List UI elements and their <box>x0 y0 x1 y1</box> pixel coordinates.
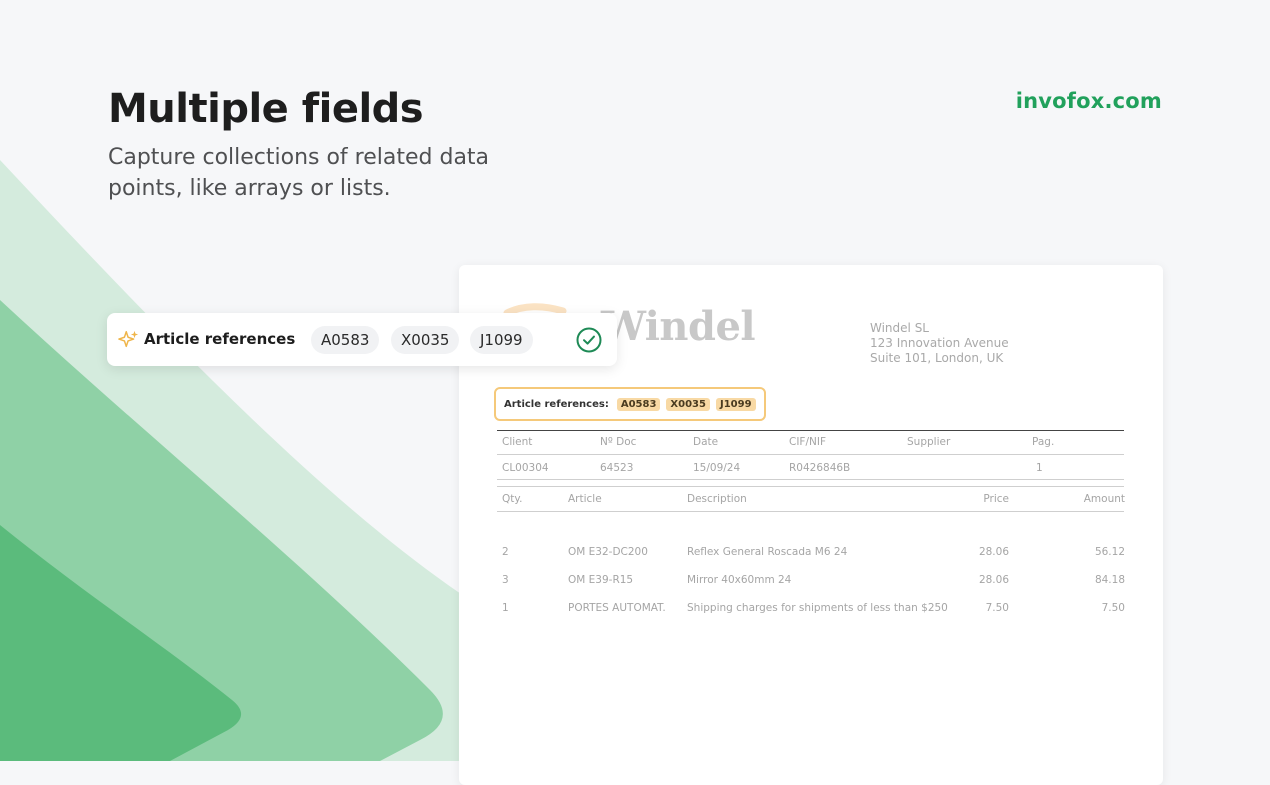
meta-header: Date <box>693 436 719 448</box>
item-article: OM E39-R15 <box>568 574 634 586</box>
item-header: Article <box>568 493 602 505</box>
meta-header: Nº Doc <box>600 436 637 448</box>
meta-value: R0426846B <box>789 462 851 474</box>
meta-value: CL00304 <box>502 462 549 474</box>
item-description: Reflex General Roscada M6 24 <box>687 546 848 558</box>
item-article: OM E32-DC200 <box>568 546 648 558</box>
ref-value: A0583 <box>616 397 661 411</box>
divider <box>497 486 1124 487</box>
sparkle-icon <box>118 330 139 348</box>
meta-value: 64523 <box>600 462 634 474</box>
meta-header: Client <box>502 436 533 448</box>
meta-header: Pag. <box>1032 436 1055 448</box>
meta-value: 1 <box>1036 462 1043 474</box>
item-price: 7.50 <box>985 602 1009 614</box>
meta-header: Supplier <box>907 436 951 448</box>
field-label: Article references <box>144 330 296 348</box>
ref-value: X0035 <box>666 397 710 411</box>
page-subtitle: Capture collections of related data poin… <box>108 145 490 201</box>
item-header: Description <box>687 493 747 505</box>
company-logo-text: Windel <box>601 303 756 350</box>
divider <box>497 479 1124 480</box>
check-circle-icon <box>576 327 602 353</box>
item-description: Mirror 40x60mm 24 <box>687 574 792 586</box>
meta-header: CIF/NIF <box>789 436 826 448</box>
item-amount: 84.18 <box>1094 574 1125 586</box>
item-qty: 1 <box>502 602 509 614</box>
field-value-chip[interactable]: A0583 <box>311 326 380 354</box>
address-line: Suite 101, London, UK <box>870 351 1004 365</box>
field-value-chip[interactable]: J1099 <box>470 326 533 354</box>
field-value-chip[interactable]: X0035 <box>391 326 460 354</box>
company-address: Windel SL 123 Innovation Avenue Suite 10… <box>870 321 1009 366</box>
address-line: Windel SL <box>870 321 929 335</box>
divider <box>497 511 1124 512</box>
item-amount: 56.12 <box>1094 546 1125 558</box>
meta-value: 15/09/24 <box>693 462 741 474</box>
address-line: 123 Innovation Avenue <box>870 336 1009 350</box>
divider <box>497 454 1124 455</box>
item-description: Shipping charges for shipments of less t… <box>687 602 948 614</box>
article-references-highlight[interactable]: Article references: A0583 X0035 J1099 <box>494 387 766 421</box>
item-header: Price <box>983 493 1009 505</box>
refs-label: Article references: <box>504 398 609 410</box>
divider <box>497 430 1124 431</box>
page-title: Multiple fields <box>108 86 424 132</box>
item-price: 28.06 <box>978 546 1009 558</box>
brand-link[interactable]: invofox.com <box>1016 89 1162 113</box>
item-price: 28.06 <box>978 574 1009 586</box>
extracted-field-card[interactable]: Article references A0583 X0035 J1099 <box>107 313 617 366</box>
item-amount: 7.50 <box>1101 602 1125 614</box>
item-header: Qty. <box>502 493 523 505</box>
item-qty: 2 <box>502 546 509 558</box>
item-article: PORTES AUTOMAT. <box>568 602 666 614</box>
ref-value: J1099 <box>715 397 756 411</box>
item-header: Amount <box>1083 493 1125 505</box>
item-qty: 3 <box>502 574 509 586</box>
